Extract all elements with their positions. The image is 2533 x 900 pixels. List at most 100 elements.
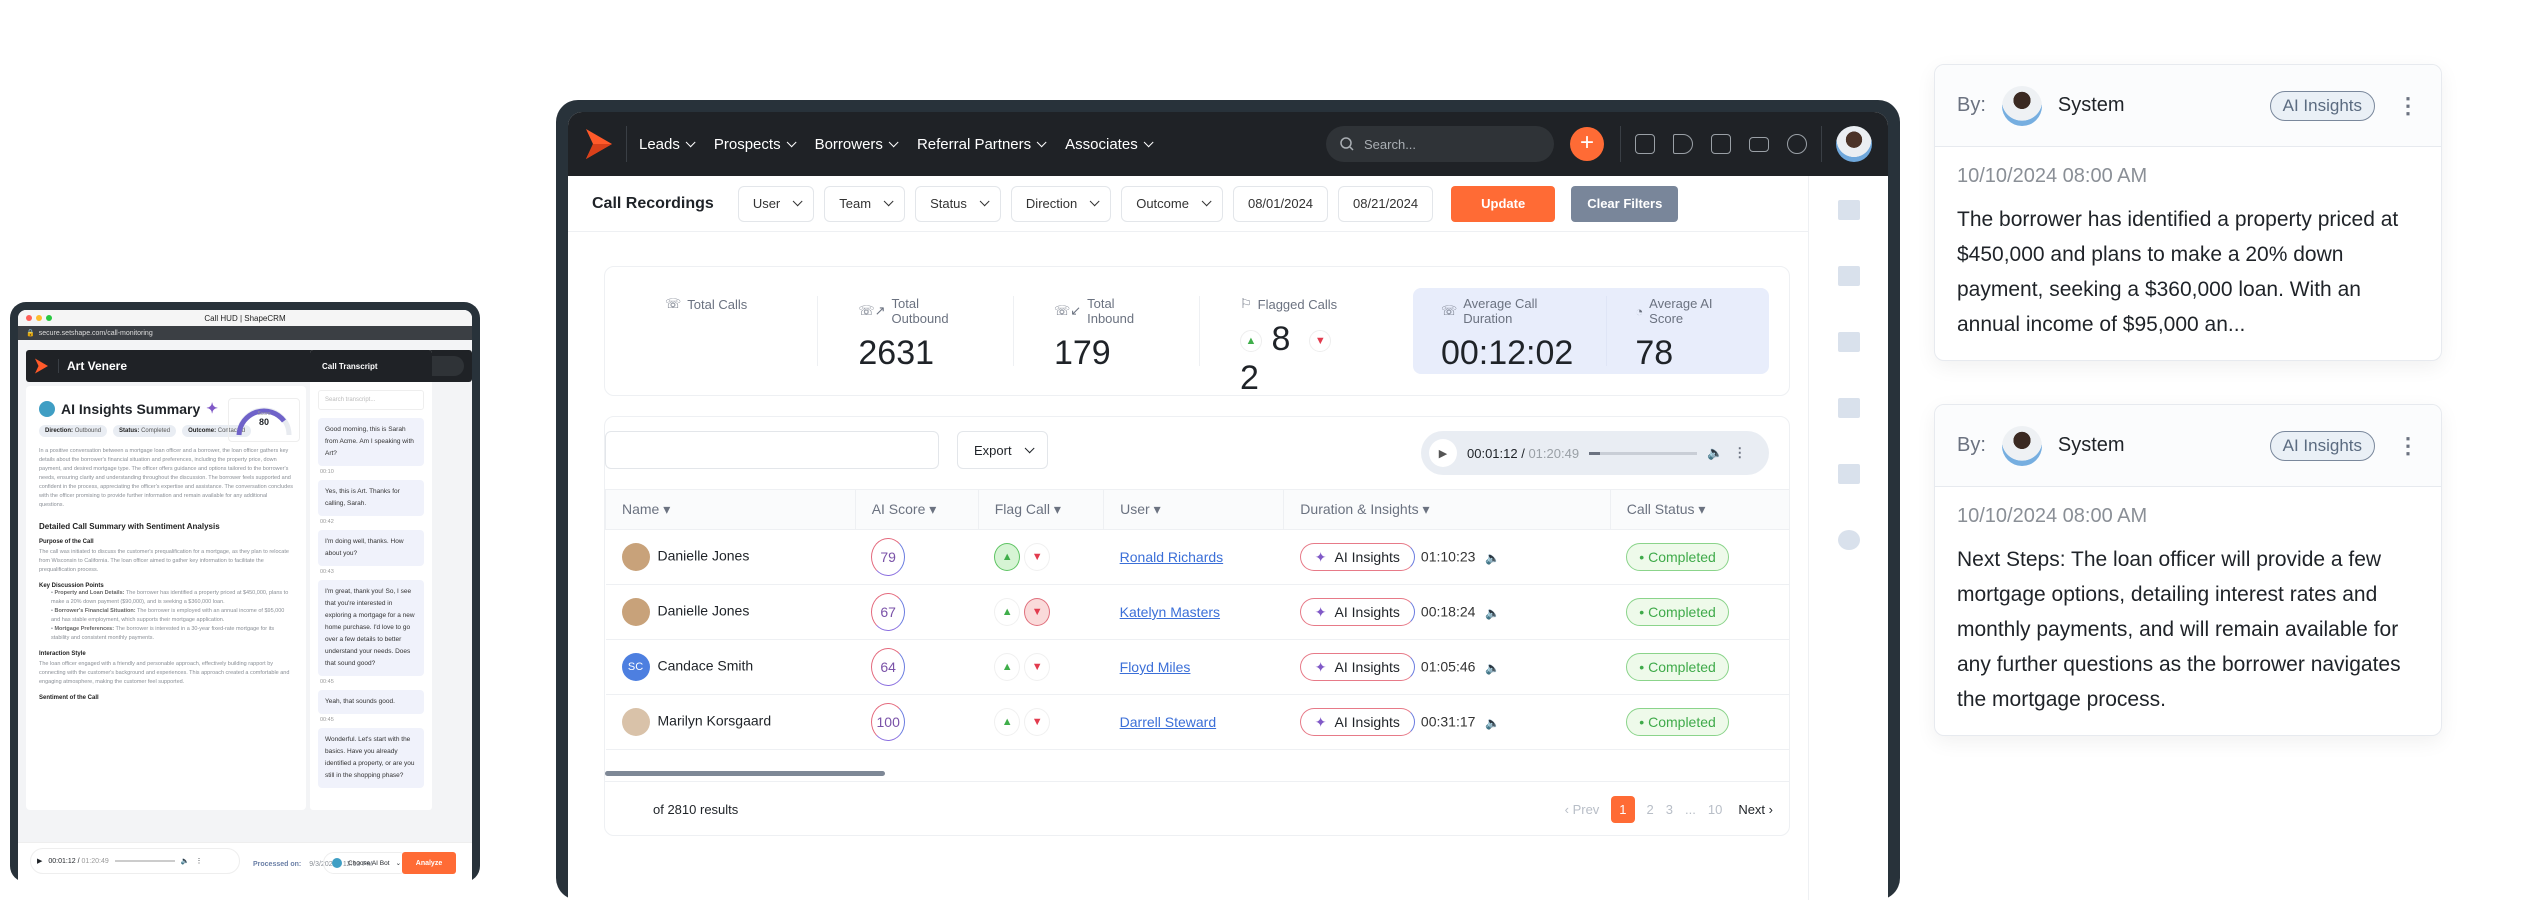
play-button[interactable]: ▶ [37,857,42,865]
user-link[interactable]: Katelyn Masters [1120,604,1220,620]
ai-bot-icon [332,858,342,868]
page-title: Call Recordings [592,194,714,212]
thumbs-down-icon[interactable]: ▼ [1024,543,1051,571]
more-options-icon[interactable]: ⋮ [2397,434,2419,457]
filter-outcome-dropdown[interactable]: Outcome [1121,185,1223,222]
update-button[interactable]: Update [1451,185,1556,222]
ai-insights-button[interactable]: ✦ AI Insights [1299,598,1415,626]
page-button[interactable]: 1 [1611,796,1635,823]
thumbs-up-icon[interactable]: ▲ [994,708,1021,736]
bar-chart-icon[interactable] [1837,200,1860,220]
more-options-icon[interactable]: ⋮ [2397,94,2419,117]
table-row[interactable]: SC Candace Smith 64 ▲ ▼ Floyd Miles ✦ AI Insigh… [605,639,1789,695]
ai-insights-button[interactable]: ✦ AI Insights [1299,653,1415,681]
player-seek-bar[interactable] [1589,451,1698,455]
play-button[interactable]: ▶ [1429,439,1457,467]
column-header-call-status[interactable]: Call Status ▾ [1609,489,1789,530]
checklist-icon[interactable] [1711,134,1731,154]
page-button[interactable]: 3 [1666,802,1673,817]
nav-label: Leads [639,135,680,153]
speaker-icon[interactable]: 🔈 [1485,716,1500,730]
column-header-flag-call[interactable]: Flag Call ▾ [977,489,1104,530]
thumbs-up-icon[interactable]: ▲ [994,543,1021,571]
calendar-icon[interactable] [1837,332,1860,352]
user-link[interactable]: Ronald Richards [1120,549,1224,565]
author-name: System [2057,434,2125,456]
nav-referral-partners[interactable]: Referral Partners [917,136,1047,153]
volume-icon[interactable]: 🔈 [181,857,190,865]
speaker-icon[interactable]: 🔈 [1485,551,1500,565]
volume-icon[interactable]: 🔈 [1707,445,1723,461]
megaphone-icon[interactable] [1673,134,1693,154]
thumbs-up-icon[interactable]: ▲ [994,598,1021,626]
mail-icon[interactable] [1837,398,1860,418]
contact-avatar: SC [621,653,650,681]
next-page-button[interactable]: Next › [1738,802,1773,817]
transcript-message: Good morning, this is Sarah from Acme. A… [318,418,424,466]
ai-insights-tag: AI Insights [2269,430,2375,461]
page-button[interactable]: 2 [1647,802,1654,817]
page-button[interactable]: 10 [1708,802,1722,817]
add-button[interactable]: + [1570,127,1604,161]
clear-filters-button[interactable]: Clear Filters [1571,185,1679,222]
gear-icon[interactable] [1787,134,1807,154]
monitor-icon[interactable] [1749,136,1769,152]
thumbs-down-icon[interactable]: ▼ [1024,653,1051,681]
stat-avg-ai-score: ◔ Average AI Score 78 [1607,296,1769,372]
thumbs-up-icon[interactable]: ▲ [994,653,1021,681]
style-text: The loan officer engaged with a friendly… [39,661,290,685]
global-search-input[interactable]: Search... [1326,126,1554,162]
column-label: Name [622,501,660,517]
export-dropdown[interactable]: Export [957,431,1048,469]
table-row[interactable]: Marilyn Korsgaard 100 ▲ ▼ Darrell Steward ✦ AI… [605,694,1789,750]
nav-associates[interactable]: Associates [1065,136,1154,153]
table-row[interactable]: Danielle Jones 67 ▲ ▼ Katelyn Masters ✦ AI Ins… [605,584,1789,640]
by-label: By: [1957,94,1986,116]
chat-icon[interactable] [1837,464,1860,484]
user-link[interactable]: Floyd Miles [1120,659,1191,675]
column-header-ai-score[interactable]: AI Score ▾ [854,489,979,530]
ai-insights-button[interactable]: ✦ AI Insights [1299,543,1415,571]
url-bar[interactable]: 🔒 secure.setshape.com/call-monitoring [18,326,472,340]
user-avatar[interactable] [1836,126,1872,162]
speaker-icon[interactable]: 🔈 [1485,606,1500,620]
summary-title: AI Insights Summary [61,400,201,417]
column-header-user[interactable]: User ▾ [1103,489,1284,530]
chevron-down-icon [685,136,696,147]
stat-flagged-calls: ⚐ Flagged Calls ▲ 8 ▼ 2 [1200,296,1393,397]
tasks-icon[interactable] [1837,266,1860,286]
table-row[interactable]: Danielle Jones 79 ▲ ▼ Ronald Richards ✦ AI Ins… [605,529,1789,585]
nav-leads[interactable]: Leads [639,135,696,153]
date-from-input[interactable]: 08/01/2024 [1232,185,1329,222]
nav-borrowers[interactable]: Borrowers [815,136,899,153]
more-options-icon[interactable]: ⋮ [195,857,202,865]
player-seek-bar[interactable] [114,860,175,862]
table-search-input[interactable] [605,431,939,469]
thumbs-down-icon: ▼ [1309,330,1332,353]
phone-call-icon[interactable] [1837,530,1860,550]
prev-page-button[interactable]: ‹ Prev [1565,802,1600,817]
page-button[interactable]: ... [1685,802,1696,817]
choose-ai-bot-dropdown[interactable]: Choose AI Bot ⌄ [323,852,411,874]
horizontal-scrollbar[interactable] [605,771,885,776]
speaker-icon[interactable]: 🔈 [1485,661,1500,675]
ai-insights-button[interactable]: ✦ AI Insights [1299,708,1415,736]
nav-prospects[interactable]: Prospects [714,136,797,153]
analyze-button[interactable]: Analyze [402,852,456,874]
thumbs-down-icon[interactable]: ▼ [1024,708,1051,736]
thumbs-down-icon[interactable]: ▼ [1024,598,1051,626]
column-header-name[interactable]: Name ▾ [605,489,856,530]
report-icon[interactable] [1635,134,1655,154]
filter-status-dropdown[interactable]: Status [915,185,1001,222]
filter-user-dropdown[interactable]: User [737,185,815,222]
filter-direction-dropdown[interactable]: Direction [1010,185,1112,222]
filter-team-dropdown[interactable]: Team [824,185,906,222]
transcript-search-input[interactable]: Search transcript... [318,390,424,410]
more-options-icon[interactable]: ⋮ [1733,445,1746,461]
date-to-input[interactable]: 08/21/2024 [1338,185,1434,222]
user-link[interactable]: Darrell Steward [1120,714,1216,730]
name-cell: Danielle Jones [605,529,856,585]
column-header-duration[interactable]: Duration & Insights ▾ [1283,489,1611,530]
column-label: AI Score [871,501,926,517]
ai-score-badge: 64 [871,648,906,686]
